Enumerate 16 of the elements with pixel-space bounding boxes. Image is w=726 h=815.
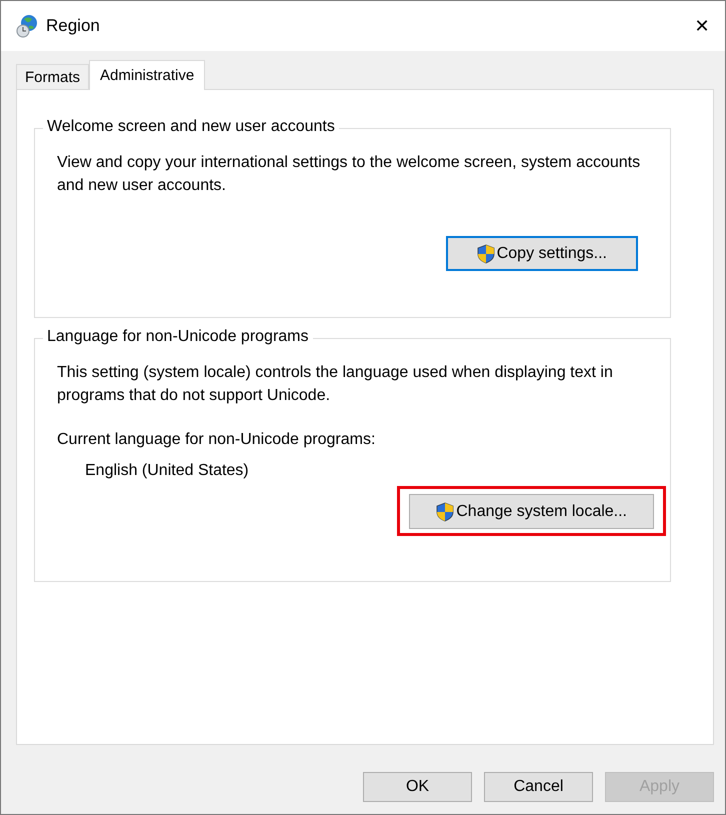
current-language-label: Current language for non-Unicode programs: (57, 430, 376, 450)
globe-icon (16, 14, 38, 38)
admin-button[interactable]: Change system locale... (409, 494, 654, 529)
description-text: View and copy your international settings to the welcome screen, system accounts and new user accounts. (57, 153, 642, 196)
close-button[interactable]: ✕ (679, 15, 725, 37)
shield-icon (436, 502, 454, 522)
dialog-button[interactable]: Cancel (484, 772, 593, 802)
admin-button[interactable]: Copy settings... (446, 236, 638, 271)
tab[interactable]: Administrative (89, 60, 206, 90)
description-text: This setting (system locale) controls the language used when displaying text in programs that do not support Unicode. (57, 363, 614, 406)
window-title: Region (46, 16, 101, 36)
tab[interactable]: Formats (16, 64, 90, 90)
group-title: Language for non-Unicode programs (43, 328, 312, 346)
dialog-button[interactable]: OK (363, 772, 472, 802)
current-language-value: English (United States) (85, 461, 250, 481)
shield-icon (476, 244, 495, 264)
